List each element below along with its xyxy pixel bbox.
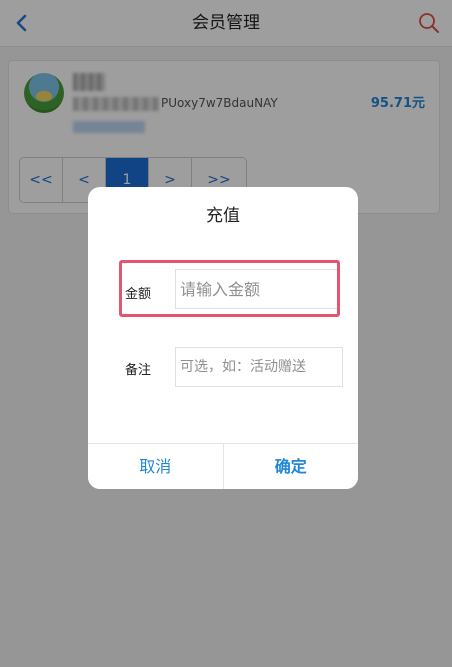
dialog-actions: 取消 确定 — [88, 443, 358, 489]
confirm-button[interactable]: 确定 — [223, 444, 358, 489]
cancel-button[interactable]: 取消 — [88, 444, 224, 489]
amount-label: 金额 — [125, 287, 152, 302]
note-label: 备注 — [125, 363, 152, 378]
note-input[interactable] — [175, 347, 343, 387]
amount-input[interactable] — [175, 269, 339, 309]
recharge-dialog: 充值 金额 备注 取消 确定 — [88, 187, 358, 489]
dialog-title: 充值 — [206, 206, 240, 226]
